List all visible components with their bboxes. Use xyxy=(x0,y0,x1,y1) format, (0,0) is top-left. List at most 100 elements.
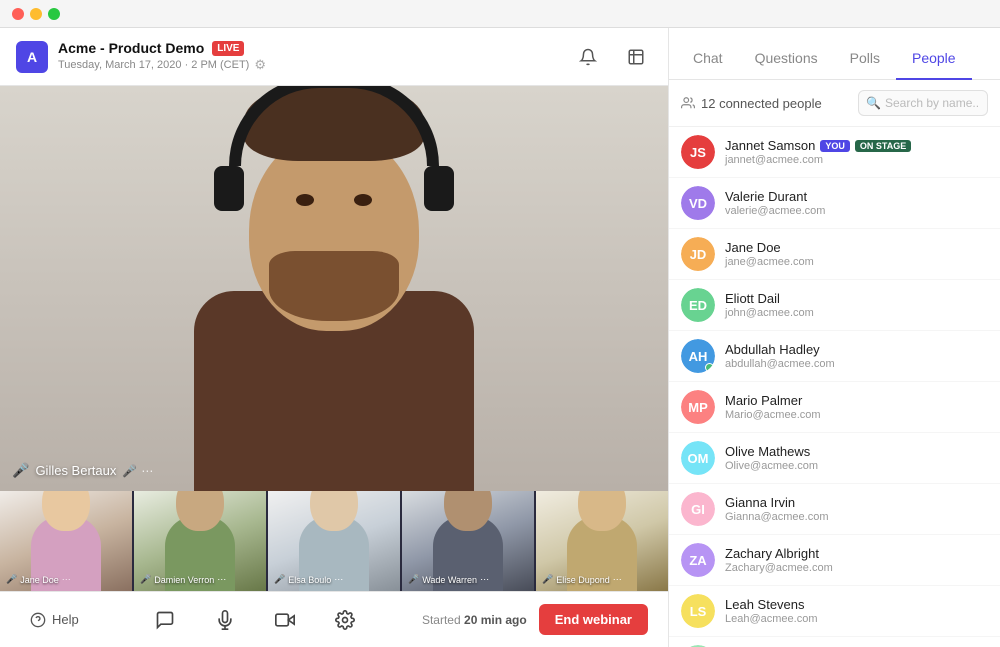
chat-button[interactable] xyxy=(147,602,183,638)
thumb-elise[interactable]: 🎤 Elise Dupond ⋯ xyxy=(536,491,668,591)
person-email: Olive@acmee.com xyxy=(725,460,818,472)
thumb-more-elsa[interactable]: ⋯ xyxy=(334,574,343,585)
connected-count: 12 connected people xyxy=(701,96,822,111)
thumb-wade[interactable]: 🎤 Wade Warren ⋯ xyxy=(402,491,534,591)
person-name: Jane Doe xyxy=(725,240,814,255)
thumb-more-jane[interactable]: ⋯ xyxy=(62,574,71,585)
mic-button[interactable] xyxy=(207,602,243,638)
list-item[interactable]: AHAbdullah Hadleyabdullah@acmee.com xyxy=(669,331,1000,382)
app-header-left: A Acme - Product Demo LIVE Tuesday, Marc… xyxy=(16,40,266,73)
mic-icon: 🎤 xyxy=(122,464,137,478)
avatar: VD xyxy=(681,186,715,220)
thumb-elsa[interactable]: 🎤 Elsa Boulo ⋯ xyxy=(268,491,400,591)
avatar: ED xyxy=(681,288,715,322)
title-bar xyxy=(0,0,1000,28)
mic-icon xyxy=(215,610,235,630)
thumb-jane[interactable]: 🎤 Jane Doe ⋯ xyxy=(0,491,132,591)
thumb-more-wade[interactable]: ⋯ xyxy=(480,574,489,585)
person-name: Olive Mathews xyxy=(725,444,818,459)
thumb-more-elise[interactable]: ⋯ xyxy=(613,574,622,585)
person-email: john@acmee.com xyxy=(725,307,814,319)
you-badge: YOU xyxy=(820,140,850,152)
person-info: Zachary AlbrightZachary@acmee.com xyxy=(725,546,833,574)
tab-questions[interactable]: Questions xyxy=(739,38,834,80)
person-email: jane@acmee.com xyxy=(725,256,814,268)
thumb-more-damien[interactable]: ⋯ xyxy=(217,574,226,585)
person-email: Gianna@acmee.com xyxy=(725,511,829,523)
person-name: Eliott Dail xyxy=(725,291,814,306)
close-button[interactable] xyxy=(12,8,24,20)
people-header: 12 connected people 🔍 xyxy=(669,80,1000,127)
person-email: jannet@acmee.com xyxy=(725,154,911,166)
person-email: Zachary@acmee.com xyxy=(725,562,833,574)
list-item[interactable]: OM Olive MathewsOlive@acmee.com xyxy=(669,433,1000,484)
stage-badge: ON STAGE xyxy=(855,140,911,152)
person-email: Mario@acmee.com xyxy=(725,409,821,421)
thumb-name-elise: 🎤 Elise Dupond ⋯ xyxy=(542,574,622,585)
settings-icon[interactable]: ⚙ xyxy=(254,57,266,73)
list-item[interactable]: RHRodrigo HawkinsRodrigo@acmee.com xyxy=(669,637,1000,647)
camera-button[interactable] xyxy=(267,602,303,638)
started-label: Started xyxy=(422,613,461,627)
person-name: Jannet SamsonYOUON STAGE xyxy=(725,138,911,153)
maximize-button[interactable] xyxy=(48,8,60,20)
app-title-row: Acme - Product Demo LIVE xyxy=(58,40,266,56)
bell-icon xyxy=(579,48,597,66)
avatar: OM xyxy=(681,441,715,475)
toolbar-center xyxy=(147,602,363,638)
app-header: A Acme - Product Demo LIVE Tuesday, Marc… xyxy=(0,28,668,86)
avatar: GI xyxy=(681,492,715,526)
person-email: abdullah@acmee.com xyxy=(725,358,835,370)
person-info: Eliott Dailjohn@acmee.com xyxy=(725,291,814,319)
app-container: A Acme - Product Demo LIVE Tuesday, Marc… xyxy=(0,28,1000,647)
list-item[interactable]: JSJannet SamsonYOUON STAGEjannet@acmee.c… xyxy=(669,127,1000,178)
person-name: Mario Palmer xyxy=(725,393,821,408)
person-info: Jannet SamsonYOUON STAGEjannet@acmee.com xyxy=(725,138,911,166)
list-item[interactable]: ZA Zachary AlbrightZachary@acmee.com xyxy=(669,535,1000,586)
end-webinar-button[interactable]: End webinar xyxy=(539,604,648,635)
app-header-right xyxy=(572,41,652,73)
thumb-damien[interactable]: 🎤 Damien Verron ⋯ xyxy=(134,491,266,591)
help-button[interactable]: Help xyxy=(20,606,89,634)
toolbar-right: Started 20 min ago End webinar xyxy=(422,604,648,635)
settings-button[interactable] xyxy=(327,602,363,638)
bell-button[interactable] xyxy=(572,41,604,73)
thumb-name-elsa: 🎤 Elsa Boulo ⋯ xyxy=(274,574,343,585)
person-info: Leah StevensLeah@acmee.com xyxy=(725,597,818,625)
main-speaker-name: Gilles Bertaux xyxy=(35,463,116,478)
person-info: Jane Doejane@acmee.com xyxy=(725,240,814,268)
avatar: ZA xyxy=(681,543,715,577)
tab-chat[interactable]: Chat xyxy=(677,38,739,80)
person-name: Gianna Irvin xyxy=(725,495,829,510)
search-icon: 🔍 xyxy=(866,96,881,110)
layout-button[interactable] xyxy=(620,41,652,73)
tab-bar: Chat Questions Polls People xyxy=(669,28,1000,80)
online-dot xyxy=(705,363,714,372)
tab-people[interactable]: People xyxy=(896,38,972,80)
person-name: Valerie Durant xyxy=(725,189,825,204)
main-speaker-overlay: 🎤 Gilles Bertaux 🎤 ⋯ xyxy=(12,462,153,479)
thumb-name-jane: 🎤 Jane Doe ⋯ xyxy=(6,574,71,585)
avatar: JS xyxy=(681,135,715,169)
toolbar-left: Help xyxy=(20,606,89,634)
avatar: JD xyxy=(681,237,715,271)
help-icon xyxy=(30,612,46,628)
people-icon xyxy=(681,96,695,110)
thumbnail-strip: 🎤 Jane Doe ⋯ 🎤 Damien Verron ⋯ xyxy=(0,491,668,591)
right-panel: Chat Questions Polls People 12 connected… xyxy=(668,28,1000,647)
chat-icon xyxy=(155,610,175,630)
settings-icon xyxy=(335,610,355,630)
person-info: Olive MathewsOlive@acmee.com xyxy=(725,444,818,472)
list-item[interactable]: GI Gianna IrvinGianna@acmee.com xyxy=(669,484,1000,535)
list-item[interactable]: JD Jane Doejane@acmee.com xyxy=(669,229,1000,280)
list-item[interactable]: VDValerie Durantvalerie@acmee.com xyxy=(669,178,1000,229)
list-item[interactable]: MPMario PalmerMario@acmee.com xyxy=(669,382,1000,433)
list-item[interactable]: ED Eliott Dailjohn@acmee.com xyxy=(669,280,1000,331)
minimize-button[interactable] xyxy=(30,8,42,20)
list-item[interactable]: LSLeah StevensLeah@acmee.com xyxy=(669,586,1000,637)
more-icon[interactable]: ⋯ xyxy=(141,464,153,478)
subtitle-text: Tuesday, March 17, 2020 · 2 PM (CET) xyxy=(58,59,249,71)
left-panel: A Acme - Product Demo LIVE Tuesday, Marc… xyxy=(0,28,668,647)
tab-polls[interactable]: Polls xyxy=(834,38,896,80)
bottom-toolbar: Help xyxy=(0,591,668,647)
